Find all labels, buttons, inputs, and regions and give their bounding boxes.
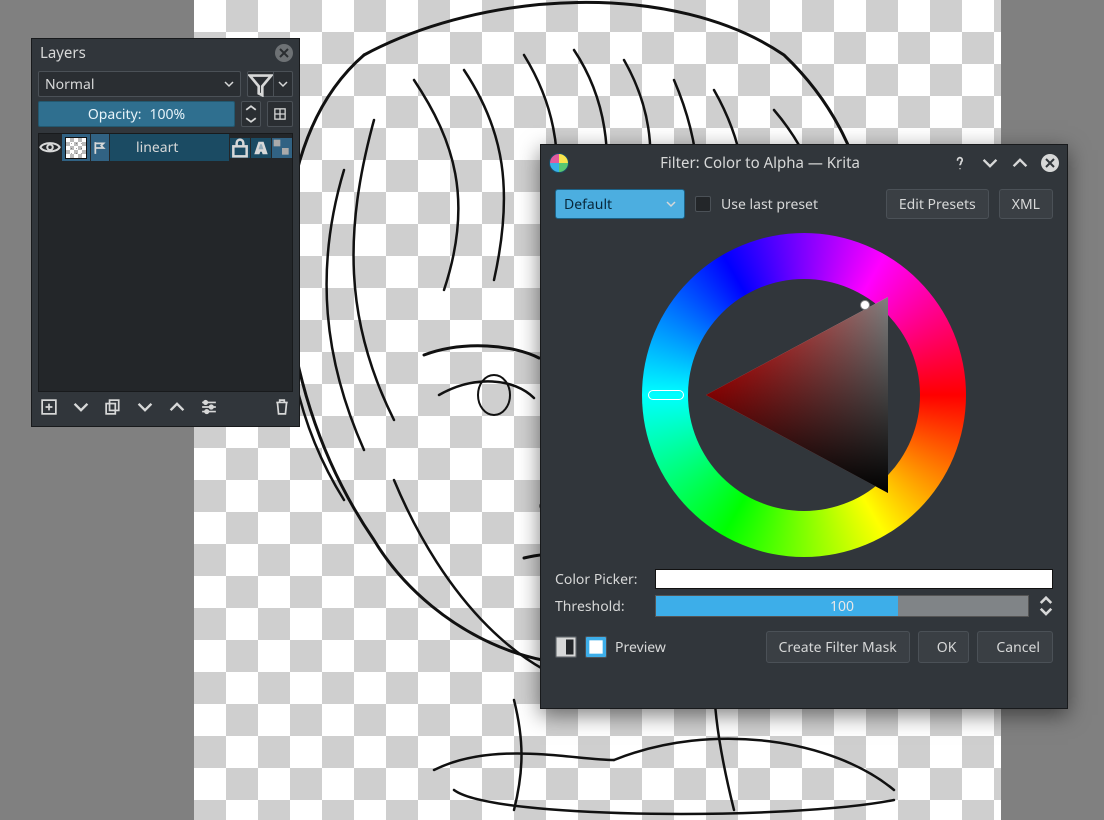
layer-name[interactable]: lineart (110, 134, 229, 161)
move-layer-down-button[interactable] (136, 398, 154, 416)
layers-panel: Layers Normal Opacity: 100% (31, 38, 300, 427)
eye-icon (39, 139, 61, 156)
sliders-icon (201, 399, 217, 415)
create-filter-mask-button[interactable]: Create Filter Mask (766, 631, 910, 663)
move-layer-up-button[interactable] (168, 398, 186, 416)
color-picker-label: Color Picker: (555, 570, 645, 589)
chevron-up-icon (245, 102, 257, 114)
close-dialog-button[interactable] (1041, 154, 1059, 172)
delete-layer-button[interactable] (273, 398, 291, 416)
chevron-down-icon (1039, 607, 1053, 616)
krita-logo-icon (549, 153, 569, 173)
triangle-marker[interactable] (860, 300, 870, 310)
split-preview-toggle[interactable] (555, 636, 577, 658)
layer-visibility-toggle[interactable] (39, 134, 61, 161)
dialog-title: Filter: Color to Alpha — Krita (569, 153, 951, 173)
opacity-label: Opacity: (88, 105, 142, 124)
layer-flag-icon[interactable] (93, 141, 107, 155)
threshold-value: 100 (656, 597, 1028, 616)
ok-button[interactable]: OK (918, 631, 970, 663)
chevron-down-icon (982, 155, 998, 171)
threshold-increase[interactable] (1039, 595, 1053, 606)
chevron-down-icon (137, 399, 153, 415)
question-icon (952, 155, 968, 171)
grid-icon (274, 108, 286, 120)
threshold-decrease[interactable] (1039, 606, 1053, 617)
dialog-titlebar[interactable]: Filter: Color to Alpha — Krita (541, 145, 1067, 181)
layers-panel-titlebar[interactable]: Layers (32, 39, 299, 69)
edit-presets-button[interactable]: Edit Presets (886, 189, 989, 219)
layers-panel-title: Layers (40, 43, 86, 63)
hue-ring-marker[interactable] (648, 390, 684, 400)
inherit-alpha-icon[interactable] (272, 138, 292, 158)
alpha-lock-icon[interactable] (251, 138, 271, 158)
use-last-preset-checkbox[interactable] (695, 196, 711, 212)
chevron-down-icon (73, 399, 89, 415)
layer-filter-menu-button[interactable] (273, 71, 293, 97)
help-button[interactable] (951, 154, 969, 172)
layer-item[interactable]: lineart (39, 134, 292, 161)
layer-list: lineart (38, 133, 293, 392)
chevron-up-icon (1012, 155, 1028, 171)
add-layer-button[interactable] (40, 398, 58, 416)
preset-dropdown[interactable]: Default (555, 189, 685, 219)
xml-button[interactable]: XML (999, 189, 1053, 219)
layer-thumbnail-size-button[interactable] (267, 101, 293, 127)
threshold-slider[interactable]: 100 (655, 595, 1029, 617)
checkbox-inner-icon (586, 637, 606, 657)
chevron-down-icon (224, 79, 234, 89)
add-layer-menu[interactable] (72, 398, 90, 416)
chevron-down-icon (666, 199, 676, 209)
chevron-up-icon (1039, 596, 1053, 605)
funnel-icon (248, 72, 273, 97)
chevron-up-icon (169, 399, 185, 415)
expand-button[interactable] (1011, 154, 1029, 172)
layer-opacity-slider[interactable]: Opacity: 100% (38, 101, 235, 127)
plus-square-icon (41, 399, 57, 415)
color-wheel[interactable] (642, 233, 966, 557)
collapse-button[interactable] (981, 154, 999, 172)
preset-value: Default (564, 195, 612, 214)
trash-icon (274, 399, 290, 415)
preview-checkbox[interactable] (585, 636, 607, 658)
opacity-spinbox[interactable] (241, 101, 261, 127)
duplicate-icon (105, 399, 121, 415)
color-preview-swatch[interactable] (655, 569, 1053, 589)
threshold-label: Threshold: (555, 597, 645, 616)
duplicate-layer-button[interactable] (104, 398, 122, 416)
layer-filter-button[interactable] (247, 71, 273, 97)
opacity-value: 100% (150, 105, 186, 124)
blend-mode-dropdown[interactable]: Normal (38, 71, 241, 97)
layer-thumbnail (65, 137, 87, 159)
lock-icon[interactable] (230, 138, 250, 158)
cancel-button[interactable]: Cancel (977, 631, 1053, 663)
preview-label: Preview (615, 638, 666, 657)
split-icon (556, 637, 576, 657)
close-panel-icon[interactable] (275, 44, 293, 62)
blend-mode-value: Normal (45, 75, 94, 94)
filter-dialog: Filter: Color to Alpha — Krita Default U… (540, 144, 1068, 709)
color-triangle[interactable] (688, 279, 920, 511)
chevron-down-icon (245, 114, 257, 126)
use-last-preset-label: Use last preset (721, 195, 818, 214)
layer-properties-button[interactable] (200, 398, 218, 416)
chevron-down-icon (278, 79, 288, 89)
